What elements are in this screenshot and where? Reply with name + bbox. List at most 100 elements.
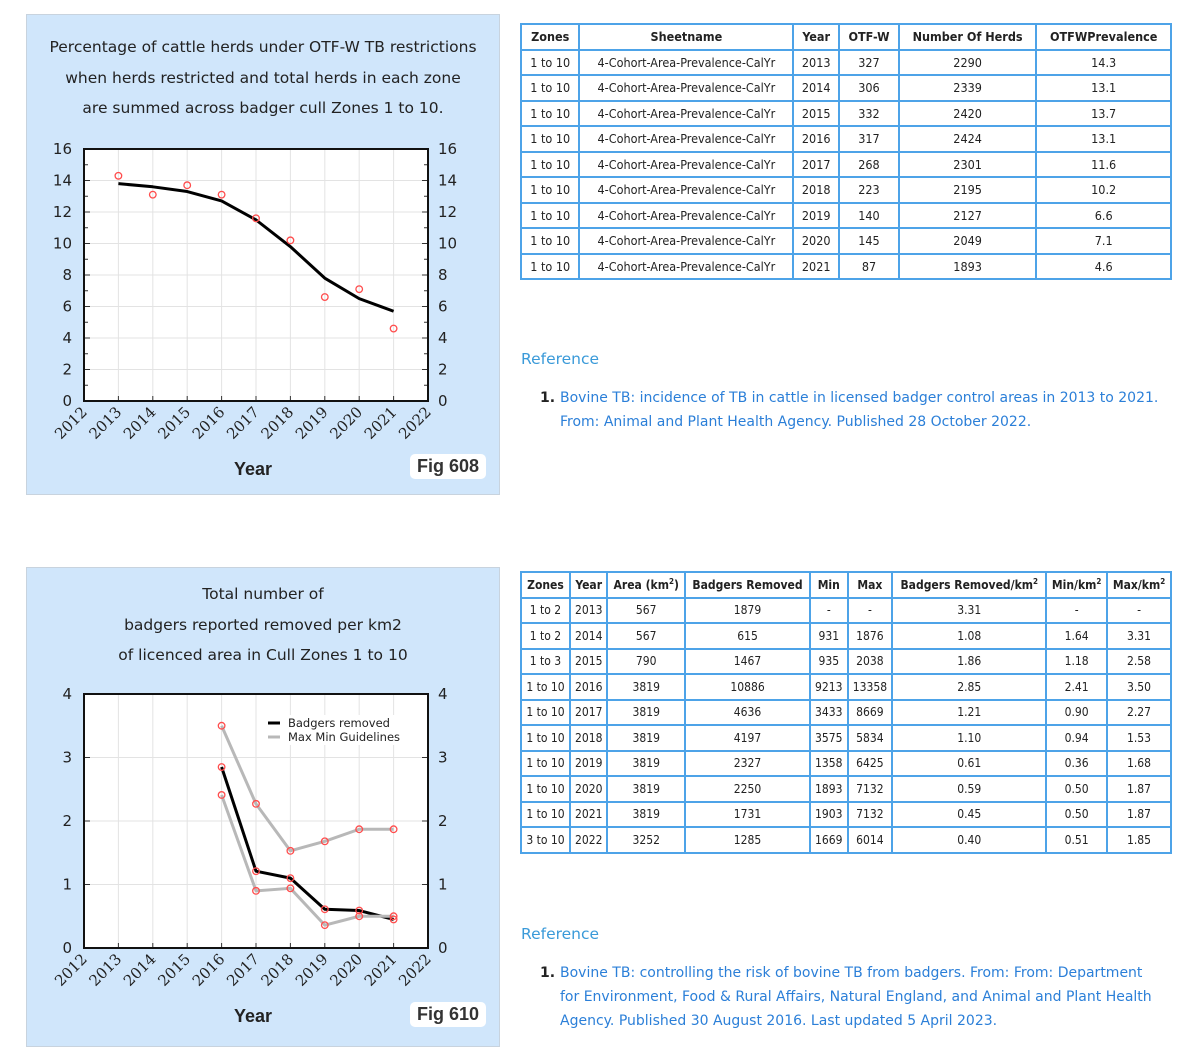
badger-removal-table: Zones Year Area (km2) Badgers Removed Min Max…: [520, 571, 1172, 854]
table-cell: 332: [838, 99, 900, 127]
table-cell: 2015: [792, 99, 841, 127]
table-cell: 3819: [606, 724, 687, 752]
table-cell: 1731: [684, 800, 812, 828]
table-cell: 2013: [568, 596, 609, 624]
table-cell: 1.85: [1106, 826, 1172, 854]
table-cell: 4-Cohort-Area-Prevalence-CalYr: [578, 252, 795, 280]
table-cell: 1 to 10: [519, 99, 581, 127]
table-cell: 1.64: [1045, 622, 1109, 650]
fig-610-panel: Total number of badgers reported removed…: [26, 567, 500, 1047]
table-cell: 2013: [792, 48, 841, 76]
table-cell: 2017: [568, 698, 609, 726]
y-tick-label-right: 8: [438, 266, 448, 284]
column-header-suffix: ): [673, 577, 679, 592]
reference-link-line: Bovine TB: controlling the risk of bovin…: [560, 965, 1143, 981]
y-tick-label: 0: [62, 939, 72, 957]
table-cell: 2021: [568, 800, 609, 828]
table-cell: 1 to 10: [519, 150, 581, 178]
figure-label: Fig 610: [409, 1002, 486, 1027]
x-tick-label: 2016: [189, 950, 229, 990]
table-row: 1 to 10 4-Cohort-Area-Prevalence-CalYr 202…: [519, 252, 1172, 280]
table-cell: 2014: [568, 622, 609, 650]
x-tick-label: 2018: [257, 403, 297, 443]
column-header-text: Area (km: [613, 577, 669, 592]
column-header: Max/km2: [1106, 571, 1172, 599]
y-tick-label: 2: [62, 812, 72, 830]
table-cell: 3819: [606, 673, 687, 701]
table-cell: 1358: [809, 749, 849, 777]
y-tick-label: 0: [62, 392, 72, 410]
table-cell: 3433: [809, 698, 849, 726]
table-cell: 1 to 10: [520, 698, 571, 726]
column-header: Min/km2: [1045, 571, 1109, 599]
table-cell: 1 to 10: [519, 227, 581, 255]
table-cell: 6.6: [1035, 201, 1172, 229]
column-header-text: Max: [857, 577, 883, 592]
table-cell: 2.85: [891, 673, 1048, 701]
column-header-text: Min: [817, 577, 840, 592]
x-tick-label: 2022: [395, 403, 435, 443]
table-cell: 0.61: [891, 749, 1048, 777]
y-tick-label-right: 0: [438, 392, 448, 410]
x-tick-label: 2017: [223, 950, 263, 990]
table-cell: 1 to 10: [520, 724, 571, 752]
reference-link[interactable]: Bovine TB: incidence of TB in cattle in …: [540, 386, 1158, 434]
table-cell: 13.1: [1035, 74, 1172, 102]
x-tick-label: 2021: [361, 950, 401, 990]
table-cell: 3575: [809, 724, 849, 752]
table-row: 1 to 10 4-Cohort-Area-Prevalence-CalYr 201…: [519, 125, 1172, 153]
reference-item: 1. Bovine TB: controlling the risk of bo…: [540, 961, 1152, 1033]
x-tick-label: 2017: [223, 403, 263, 443]
table-cell: 2020: [792, 227, 841, 255]
table-cell: -: [1106, 596, 1172, 624]
reference-heading: Reference: [521, 925, 600, 943]
table-row: 1 to 10 4-Cohort-Area-Prevalence-CalYr 201…: [519, 99, 1172, 127]
table-cell: 2018: [792, 176, 841, 204]
table-cell: 1.86: [891, 647, 1048, 675]
table-cell: 1.68: [1106, 749, 1172, 777]
fig-610-chart: 2 0 1 2 201320142015201620172018201920202021…: [51, 685, 448, 990]
table-cell: 1.18: [1045, 647, 1109, 675]
column-header-text: Min/km: [1051, 577, 1097, 592]
table-cell: 11.6: [1035, 150, 1172, 178]
table-cell: 14.3: [1035, 48, 1172, 76]
table-cell: 1 to 10: [519, 252, 581, 280]
x-tick-label: 2020: [326, 403, 366, 443]
table-cell: 3.31: [1106, 622, 1172, 650]
table-row: 1 to 10 4-Cohort-Area-Prevalence-CalYr 201…: [519, 48, 1172, 76]
table-cell: 2.27: [1106, 698, 1172, 726]
y-tick-label-right: 4: [438, 685, 448, 703]
y-tick-label-right: 1: [438, 876, 448, 894]
table-cell: 3252: [606, 826, 687, 854]
table-cell: 4-Cohort-Area-Prevalence-CalYr: [578, 48, 795, 76]
table-row: 1 to 10 4-Cohort-Area-Prevalence-CalYr 201…: [519, 201, 1172, 229]
table-cell: 327: [838, 48, 900, 76]
y-tick-label: 2: [62, 361, 72, 379]
y-tick-label-right: 0: [438, 939, 448, 957]
table-cell: 1876: [846, 622, 894, 650]
table-cell: 1.87: [1106, 775, 1172, 803]
table-cell: 6014: [846, 826, 894, 854]
table-row: 1 to 10 4-Cohort-Area-Prevalence-CalYr 201…: [519, 176, 1172, 204]
y-tick-label: 6: [62, 298, 72, 316]
table-cell: 3.50: [1106, 673, 1172, 701]
column-header-text: Zones: [527, 577, 564, 592]
x-tick-label: 2019: [292, 950, 332, 990]
table-cell: 1 to 10: [519, 176, 581, 204]
table-row: 1 to 10 4-Cohort-Area-Prevalence-CalYr 201…: [519, 74, 1172, 102]
table-cell: 4197: [684, 724, 812, 752]
table-cell: 4-Cohort-Area-Prevalence-CalYr: [578, 125, 795, 153]
table-cell: 3819: [606, 775, 687, 803]
reference-heading: Reference: [521, 350, 600, 368]
y-tick-label-right: 2: [438, 361, 448, 379]
table-cell: 1 to 10: [519, 125, 581, 153]
table-cell: -: [846, 596, 894, 624]
table-cell: 0.40: [891, 826, 1048, 854]
table-cell: 567: [606, 622, 687, 650]
superscript: 2: [1096, 576, 1102, 586]
table-cell: 2327: [684, 749, 812, 777]
reference-link-line: Bovine TB: incidence of TB in cattle in …: [560, 390, 1159, 406]
reference-link[interactable]: Bovine TB: controlling the risk of bovin…: [540, 961, 1152, 1033]
column-header-text: Year: [575, 577, 603, 592]
table-cell: -: [809, 596, 849, 624]
